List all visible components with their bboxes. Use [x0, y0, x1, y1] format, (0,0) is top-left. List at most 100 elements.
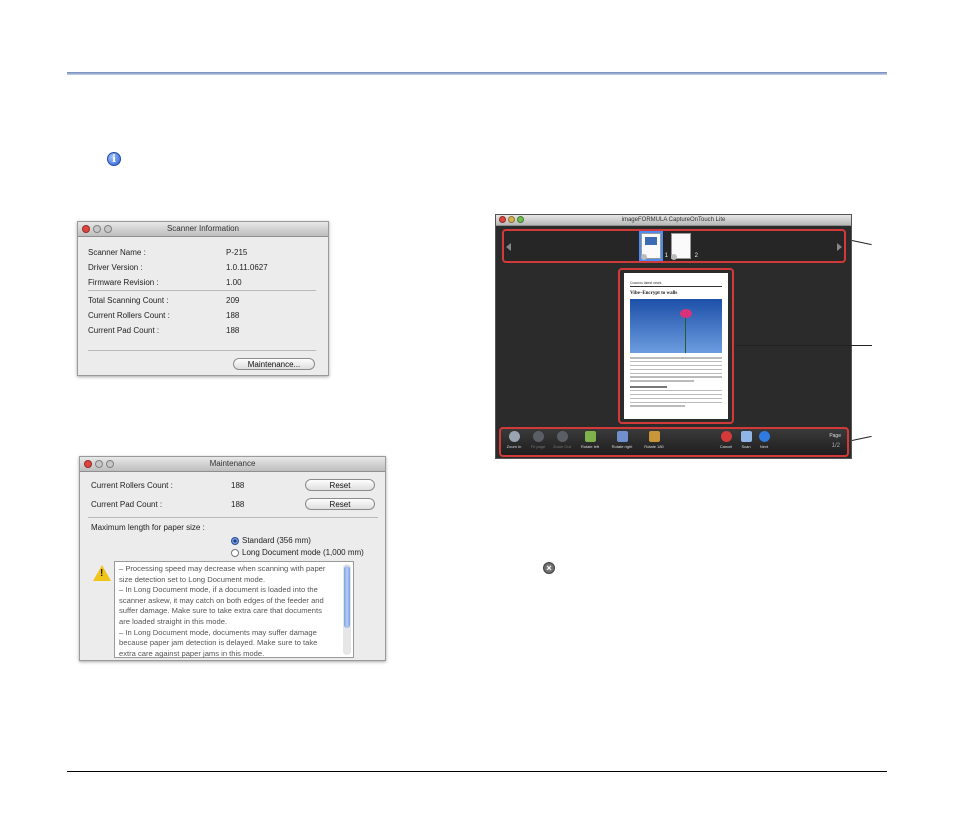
capture-app-window: imageFORMULA CaptureOnTouch Lite 1 2 Cos…	[495, 214, 852, 459]
scan-icon	[740, 431, 752, 442]
page-thumbnail[interactable]: 1	[639, 231, 668, 261]
info-icon: i	[107, 152, 121, 166]
thumbnail-strip: 1 2	[502, 229, 846, 263]
close-window-icon[interactable]	[499, 216, 506, 223]
close-window-icon[interactable]	[82, 225, 90, 233]
thumbnail-number: 1	[664, 253, 668, 259]
thumbnail-delete-icon[interactable]	[641, 254, 647, 260]
window-titlebar: imageFORMULA CaptureOnTouch Lite	[496, 215, 851, 226]
tool-label: Cancel	[719, 444, 733, 449]
zoom-in-icon	[508, 431, 520, 442]
info-label: Current Rollers Count :	[88, 311, 170, 320]
tool-label: Next	[759, 444, 769, 449]
page-number: 1/2	[831, 443, 840, 449]
paper-size-label: Maximum length for paper size :	[91, 523, 205, 532]
warning-line: – In Long Document mode, if a document i…	[119, 585, 318, 595]
minimize-window-icon[interactable]	[93, 225, 101, 233]
reset-rollers-button[interactable]: Reset	[305, 479, 375, 491]
info-value: P-215	[226, 248, 248, 257]
long-document-radio[interactable]: Long Document mode (1,000 mm)	[231, 548, 364, 557]
rotate-180-button[interactable]: Rotate 180	[643, 431, 665, 449]
warning-line: scanner askew, it may catch on both edge…	[119, 595, 324, 605]
window-title: Scanner Information	[166, 224, 240, 233]
page-thumbnail[interactable]: 2	[671, 233, 698, 260]
reset-pad-button[interactable]: Reset	[305, 498, 375, 510]
scroll-left-icon[interactable]	[506, 243, 511, 251]
divider	[88, 350, 316, 351]
callout-line	[735, 345, 872, 346]
tool-label: Zoom In	[506, 444, 522, 449]
warning-line: suffer damage. Make sure to take extra c…	[119, 606, 322, 616]
zoom-in-button[interactable]: Zoom In	[503, 431, 525, 449]
info-label: Driver Version :	[88, 263, 143, 272]
next-button[interactable]: Next	[753, 431, 775, 449]
tool-label: Rotate right	[611, 444, 633, 449]
pad-count-label: Current Pad Count :	[91, 500, 163, 509]
tool-label: Rotate 180	[644, 444, 664, 449]
info-value: 188	[226, 326, 240, 335]
minimize-window-icon[interactable]	[95, 460, 103, 468]
callout-line	[851, 435, 872, 441]
warning-line: extra care against paper jams in this mo…	[119, 648, 265, 658]
maintenance-window: Maintenance Current Rollers Count : 188 …	[79, 456, 386, 661]
standard-radio[interactable]: Standard (356 mm)	[231, 536, 311, 545]
rotate-left-icon	[584, 431, 596, 442]
rotate-left-button[interactable]: Rotate left	[579, 431, 601, 449]
fit-page-button[interactable]: Fit page	[527, 431, 549, 449]
thumbnail-number: 2	[694, 253, 698, 259]
info-label: Total Scanning Count :	[88, 296, 169, 305]
page-preview[interactable]: Cosmos latest news Vibe–Encrypt to walls	[618, 268, 734, 424]
info-value: 1.00	[226, 278, 242, 287]
close-window-icon[interactable]	[84, 460, 92, 468]
info-value: 188	[226, 311, 240, 320]
window-title: imageFORMULA CaptureOnTouch Lite	[621, 217, 726, 223]
preview-heading: Cosmos latest news	[630, 281, 662, 285]
callout-line	[851, 240, 872, 246]
preview-page: Cosmos latest news Vibe–Encrypt to walls	[624, 273, 728, 419]
warning-line: because paper jam detection is delayed. …	[119, 638, 318, 648]
warning-message-box[interactable]: – Processing speed may decrease when sca…	[114, 561, 354, 658]
preview-rule	[630, 286, 722, 287]
maintenance-button[interactable]: Maintenance...	[233, 358, 315, 370]
scanner-information-window: Scanner Information Scanner Name : P-215…	[77, 221, 329, 376]
scrollbar[interactable]	[343, 564, 351, 655]
thumbnail-delete-icon[interactable]	[671, 254, 677, 260]
zoom-out-icon	[556, 431, 568, 442]
radio-selected-icon[interactable]	[231, 536, 239, 545]
delete-page-icon: ×	[543, 562, 555, 574]
next-icon	[758, 431, 770, 442]
preview-title: Vibe–Encrypt to walls	[630, 291, 678, 296]
window-titlebar: Maintenance	[80, 457, 385, 472]
info-label: Current Pad Count :	[88, 326, 160, 335]
info-value: 1.0.11.0627	[226, 263, 268, 272]
cancel-button[interactable]: Cancel	[715, 431, 737, 449]
zoom-out-button[interactable]: Zoom Out	[551, 431, 573, 449]
warning-text: – Processing speed may decrease when sca…	[119, 564, 343, 659]
scroll-right-icon[interactable]	[837, 243, 842, 251]
warning-line: – Processing speed may decrease when sca…	[119, 564, 326, 573]
window-title: Maintenance	[209, 459, 256, 468]
info-label: Scanner Name :	[88, 248, 146, 257]
warning-line: are loaded straight in this mode.	[119, 616, 228, 626]
tool-label: Fit page	[530, 444, 546, 449]
minimize-window-icon[interactable]	[508, 216, 515, 223]
info-value: 209	[226, 296, 240, 305]
zoom-window-icon[interactable]	[517, 216, 524, 223]
warning-line: – In Long Document mode, documents may s…	[119, 627, 317, 637]
preview-photo	[630, 299, 722, 353]
info-label: Firmware Revision :	[88, 278, 159, 287]
divider	[88, 290, 316, 291]
rotate-right-button[interactable]: Rotate right	[611, 431, 633, 449]
divider	[88, 517, 378, 518]
tool-label: Rotate left	[580, 444, 600, 449]
long-option-label: Long Document mode (1,000 mm)	[242, 548, 364, 557]
zoom-window-icon[interactable]	[104, 225, 112, 233]
bottom-toolbar: Zoom In Fit page Zoom Out Rotate left Ro…	[499, 427, 849, 457]
preview-text-lines	[630, 357, 722, 409]
scrollbar-thumb[interactable]	[344, 566, 350, 628]
zoom-window-icon[interactable]	[106, 460, 114, 468]
standard-option-label: Standard (356 mm)	[242, 536, 311, 545]
footer-rule	[67, 771, 887, 772]
radio-unselected-icon[interactable]	[231, 548, 239, 557]
rollers-count-value: 188	[231, 481, 245, 490]
